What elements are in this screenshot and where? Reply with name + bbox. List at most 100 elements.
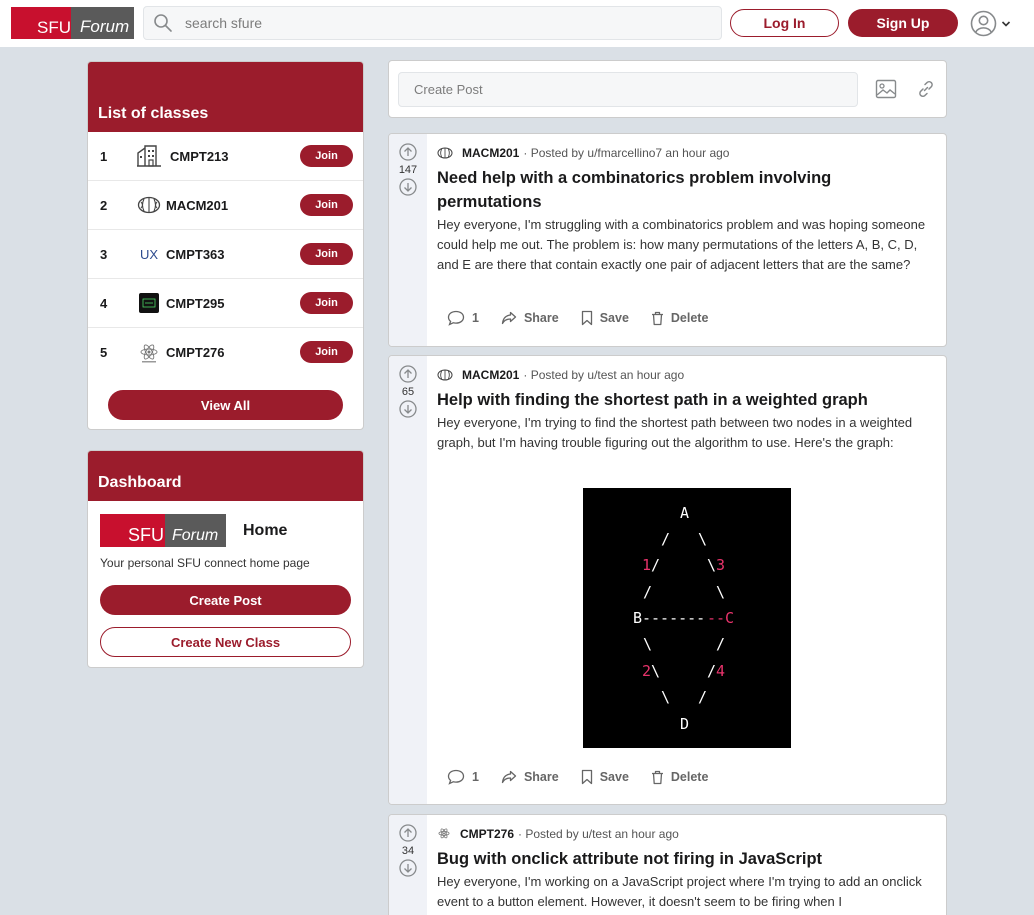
delete-label: Delete	[670, 311, 709, 325]
class-row[interactable]: 3 UX CMPT363 Join	[88, 230, 363, 279]
join-button[interactable]: Join	[300, 194, 353, 216]
ux-icon: UX	[139, 246, 159, 262]
chevron-down-icon	[1001, 20, 1011, 27]
class-rank: 4	[100, 295, 108, 311]
bookmark-icon	[581, 769, 592, 785]
post-text: Hey everyone, I'm struggling with a comb…	[437, 217, 926, 272]
class-name[interactable]: MACM201	[166, 198, 228, 213]
downvote-icon[interactable]	[399, 859, 417, 877]
post-class-link[interactable]: CMPT276	[460, 827, 514, 841]
graph-edge: \	[651, 662, 661, 680]
save-label: Save	[599, 770, 629, 784]
classes-card-title: List of classes	[88, 62, 363, 132]
graph-weight: 1	[642, 556, 652, 574]
view-all-button[interactable]: View All	[108, 390, 343, 420]
share-button[interactable]: Share	[501, 770, 559, 784]
user-menu[interactable]	[970, 10, 1011, 37]
vote-column: 34	[389, 815, 427, 915]
join-button[interactable]: Join	[300, 292, 353, 314]
comment-icon	[447, 769, 465, 785]
graph-weight: 3	[716, 556, 726, 574]
class-name[interactable]: CMPT295	[166, 296, 225, 311]
join-button[interactable]: Join	[300, 341, 353, 363]
upvote-icon[interactable]	[399, 143, 417, 161]
comment-icon	[447, 310, 465, 326]
logo-forum-text: Forum	[71, 7, 134, 39]
post-actions: 1 Share Save Delete	[447, 310, 730, 326]
signup-button[interactable]: Sign Up	[848, 9, 958, 37]
class-name[interactable]: CMPT213	[170, 149, 229, 164]
graph-edge: \	[643, 635, 653, 653]
create-post-button[interactable]: Create Post	[100, 585, 351, 615]
class-row[interactable]: 1 CMPT213 Join	[88, 132, 363, 181]
join-button[interactable]: Join	[300, 243, 353, 265]
post-meta: MACM201 · Posted by u/test an hour ago	[437, 367, 937, 383]
post-meta: CMPT276 · Posted by u/test an hour ago	[437, 826, 937, 842]
link-icon[interactable]	[916, 79, 936, 99]
post-class-link[interactable]: MACM201	[462, 368, 519, 382]
post-actions: 1 Share Save Delete	[447, 769, 730, 785]
class-name[interactable]: CMPT276	[166, 345, 225, 360]
search-input[interactable]	[185, 15, 685, 31]
bookmark-icon	[581, 310, 592, 326]
class-row[interactable]: 4 CMPT295 Join	[88, 279, 363, 328]
graph-image: A / \ 1 / \ 3 / \ B ------- -- C \ / 2 \…	[583, 488, 791, 748]
brain-icon	[437, 147, 453, 159]
class-row[interactable]: 2 MACM201 Join	[88, 181, 363, 230]
post-text: Hey everyone, I'm working on a JavaScrip…	[437, 874, 922, 909]
post-title[interactable]: Need help with a combinatorics problem i…	[437, 166, 937, 214]
delete-button[interactable]: Delete	[651, 311, 709, 326]
save-label: Save	[599, 311, 629, 325]
trash-icon	[651, 311, 663, 325]
post-card[interactable]: 34 CMPT276 · Posted by u/test an hour ag…	[388, 814, 947, 915]
graph-edge: /	[643, 583, 653, 601]
user-circle-icon	[970, 10, 997, 37]
join-button[interactable]: Join	[300, 145, 353, 167]
post-class-link[interactable]: MACM201	[462, 146, 519, 160]
post-author-time: · Posted by u/test an hour ago	[518, 827, 679, 841]
post-title[interactable]: Bug with onclick attribute not firing in…	[437, 847, 937, 871]
create-new-class-button[interactable]: Create New Class	[100, 627, 351, 657]
image-upload-icon[interactable]	[875, 79, 897, 99]
post-text: Hey everyone, I'm trying to find the sho…	[437, 415, 913, 450]
graph-node-d: D	[680, 715, 690, 733]
downvote-icon[interactable]	[399, 178, 417, 196]
class-rank: 1	[100, 148, 108, 164]
graph-edge: /	[651, 556, 661, 574]
dashboard-card: Dashboard SFU Forum Home Your personal S…	[87, 450, 364, 668]
upvote-icon[interactable]	[399, 365, 417, 383]
delete-button[interactable]: Delete	[651, 770, 708, 785]
dashboard-logo: SFU Forum	[100, 514, 226, 547]
downvote-icon[interactable]	[399, 400, 417, 418]
graph-edge: --	[707, 609, 726, 627]
login-button[interactable]: Log In	[730, 9, 839, 37]
trash-icon	[651, 770, 663, 784]
class-row[interactable]: 5 CMPT276 Join	[88, 328, 363, 377]
atom-icon	[132, 342, 166, 364]
dashboard-home-label: Home	[243, 522, 288, 539]
brain-icon	[132, 196, 166, 214]
graph-node-a: A	[680, 504, 690, 522]
vote-column: 147	[389, 134, 427, 346]
graph-edge: \	[716, 583, 726, 601]
vote-count: 147	[398, 164, 418, 176]
logo-forum-text: Forum	[165, 514, 226, 547]
create-post-bar: Create Post	[388, 60, 947, 118]
post-card[interactable]: 147 MACM201 · Posted by u/fmarcellino7 a…	[388, 133, 947, 347]
save-button[interactable]: Save	[581, 310, 629, 326]
share-button[interactable]: Share	[501, 311, 559, 325]
sfu-forum-logo[interactable]: SFU Forum	[11, 7, 134, 39]
post-title[interactable]: Help with finding the shortest path in a…	[437, 388, 937, 412]
comments-button[interactable]: 1	[447, 769, 479, 785]
create-post-input[interactable]: Create Post	[398, 72, 858, 107]
class-rank: 3	[100, 246, 108, 262]
upvote-icon[interactable]	[399, 824, 417, 842]
post-card[interactable]: 65 MACM201 · Posted by u/test an hour ag…	[388, 355, 947, 805]
class-name[interactable]: CMPT363	[166, 247, 225, 262]
graph-edge: /	[698, 688, 708, 706]
comments-button[interactable]: 1	[447, 310, 479, 326]
save-button[interactable]: Save	[581, 769, 629, 785]
search-bar[interactable]	[143, 6, 722, 40]
atom-icon	[438, 828, 450, 839]
logo-sfu-text: SFU	[100, 514, 165, 547]
